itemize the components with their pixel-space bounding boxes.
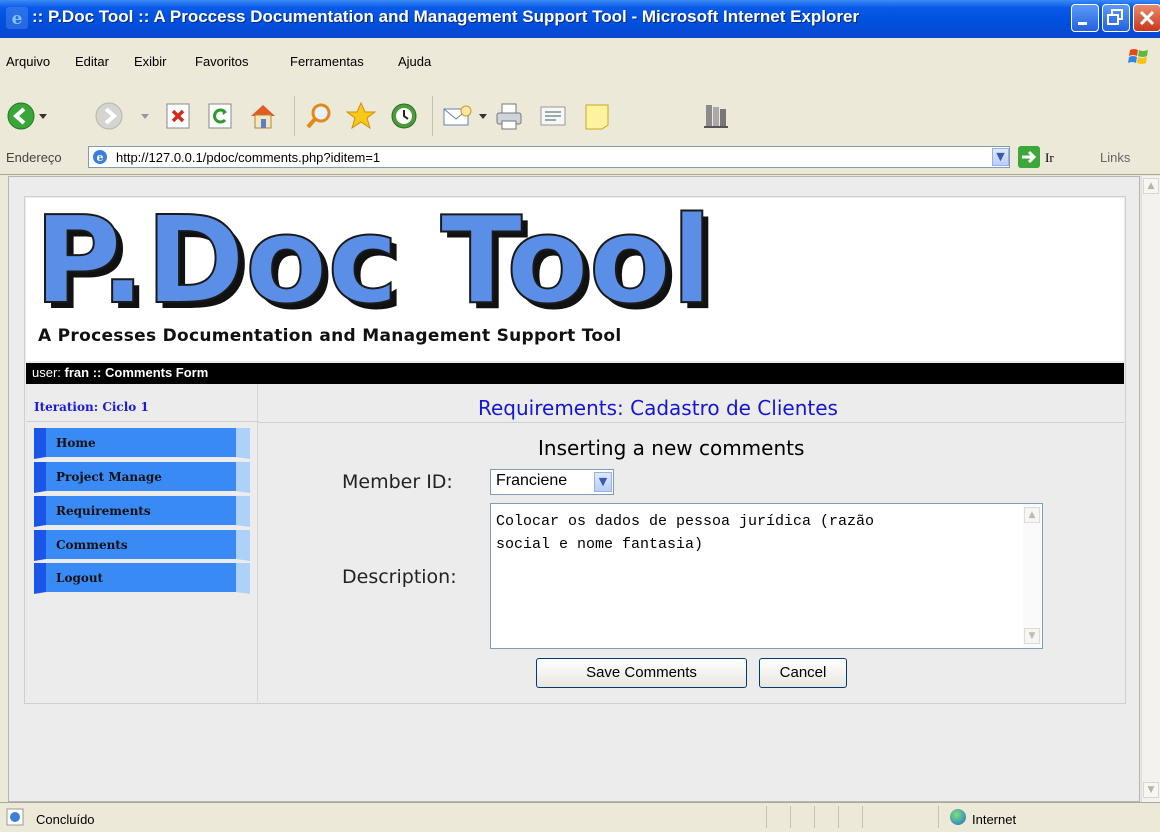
- status-text: Concluído: [36, 812, 95, 827]
- scroll-up-icon[interactable]: ▲: [1024, 507, 1040, 523]
- description-label: Description:: [342, 566, 457, 588]
- refresh-icon[interactable]: [205, 101, 235, 131]
- search-icon[interactable]: [304, 101, 334, 131]
- print-icon[interactable]: [494, 101, 524, 131]
- menu-bar: Arquivo Editar Exibir Favoritos Ferramen…: [0, 38, 1160, 87]
- user-name: fran: [64, 365, 90, 380]
- svg-text:e: e: [12, 9, 23, 29]
- description-scrollbar[interactable]: ▲ ▼: [1023, 504, 1042, 648]
- maximize-button[interactable]: [1102, 4, 1130, 32]
- description-value[interactable]: Colocar os dados de pessoa jurídica (raz…: [496, 510, 1016, 556]
- edit-icon[interactable]: [538, 101, 568, 131]
- minimize-icon: [1078, 22, 1087, 25]
- page-icon: e: [93, 150, 107, 164]
- window-title: :: P.Doc Tool :: A Proccess Documentatio…: [32, 7, 860, 26]
- sidebar-item-label: Comments: [56, 538, 128, 552]
- home-icon[interactable]: [248, 101, 278, 131]
- history-icon[interactable]: [388, 101, 418, 131]
- page-done-icon: [6, 808, 24, 826]
- pdoc-logo: P.Doc Tool P.Doc Tool: [33, 200, 718, 325]
- form-heading: Inserting a new comments: [538, 436, 805, 460]
- menu-favoritos[interactable]: Favoritos: [195, 54, 248, 69]
- sidebar-item-home[interactable]: Home: [34, 428, 250, 459]
- restore-icon: [1107, 9, 1123, 25]
- minimize-button[interactable]: [1071, 4, 1099, 32]
- menu-editar[interactable]: Editar: [75, 54, 109, 69]
- menu-exibir[interactable]: Exibir: [134, 54, 167, 69]
- scroll-down-icon[interactable]: ▼: [1024, 628, 1040, 644]
- links-button[interactable]: Links: [1100, 150, 1130, 165]
- close-button[interactable]: [1133, 4, 1160, 32]
- svg-text:e: e: [97, 151, 104, 164]
- divider: [258, 422, 1124, 423]
- user-info: user: fran :: Comments Form: [32, 365, 208, 380]
- member-id-label: Member ID:: [342, 471, 453, 493]
- sidebar-item-requirements[interactable]: Requirements: [34, 496, 250, 527]
- page-title: Requirements: Cadastro de Clientes: [478, 396, 838, 420]
- menu-arquivo[interactable]: Arquivo: [6, 54, 50, 69]
- back-icon[interactable]: [6, 101, 36, 131]
- chevron-down-icon[interactable]: ▼: [594, 472, 612, 492]
- member-id-value[interactable]: Franciene: [496, 472, 567, 490]
- status-divider: [814, 806, 815, 828]
- page-scrollbar[interactable]: ▲ ▼: [1141, 176, 1160, 802]
- stop-icon[interactable]: [163, 101, 193, 131]
- user-prefix: user:: [32, 365, 61, 380]
- sidebar-item-logout[interactable]: Logout: [34, 563, 250, 594]
- logo-subtitle: A Processes Documentation and Management…: [38, 326, 622, 346]
- sidebar-item-label: Home: [56, 436, 96, 450]
- go-button[interactable]: Ir: [1045, 150, 1054, 166]
- toolbar-separator: [294, 96, 295, 136]
- go-arrow-icon[interactable]: [1018, 146, 1040, 168]
- status-divider: [838, 806, 839, 828]
- mail-icon[interactable]: [442, 101, 472, 131]
- forward-icon[interactable]: [94, 101, 124, 131]
- address-url[interactable]: http://127.0.0.1/pdoc/comments.php?idite…: [116, 150, 380, 165]
- sidebar-item-label: Project Manage: [56, 470, 162, 484]
- sidebar-item-label: Requirements: [56, 504, 151, 518]
- status-divider: [766, 806, 767, 828]
- iteration-label: Iteration: Ciclo 1: [34, 400, 149, 414]
- menu-ferramentas[interactable]: Ferramentas: [290, 54, 364, 69]
- cancel-button[interactable]: Cancel: [759, 658, 847, 688]
- favorites-icon[interactable]: [346, 101, 376, 131]
- globe-icon: [950, 809, 966, 825]
- menu-ajuda[interactable]: Ajuda: [398, 54, 431, 69]
- scroll-up-icon[interactable]: ▲: [1143, 178, 1159, 194]
- page-name: Comments Form: [105, 365, 209, 380]
- divider: [26, 421, 258, 422]
- forward-dropdown-icon[interactable]: [140, 113, 150, 121]
- toolbar-separator: [432, 96, 433, 136]
- sidebar-item-label: Logout: [56, 571, 104, 585]
- close-icon: [1139, 10, 1155, 26]
- address-dropdown-button[interactable]: ▼: [992, 148, 1009, 166]
- back-dropdown-icon[interactable]: [38, 113, 48, 121]
- security-zone: Internet: [972, 812, 1017, 827]
- status-divider: [862, 806, 863, 828]
- save-comments-button[interactable]: Save Comments: [536, 658, 747, 688]
- scroll-down-icon[interactable]: ▼: [1143, 782, 1159, 798]
- user-separator: ::: [92, 365, 102, 380]
- sidebar-item-project-manage[interactable]: Project Manage: [34, 462, 250, 493]
- status-divider: [790, 806, 791, 828]
- windows-flag-icon: [1128, 49, 1148, 64]
- ie-logo-icon: e: [6, 7, 28, 29]
- mail-dropdown-icon[interactable]: [478, 113, 488, 121]
- discuss-icon[interactable]: [582, 101, 612, 131]
- address-label: Endereço: [6, 150, 62, 165]
- sidebar-item-comments[interactable]: Comments: [34, 530, 250, 561]
- status-divider: [938, 806, 939, 828]
- messenger-icon[interactable]: [700, 101, 730, 131]
- logo-text: P.Doc Tool: [34, 200, 712, 325]
